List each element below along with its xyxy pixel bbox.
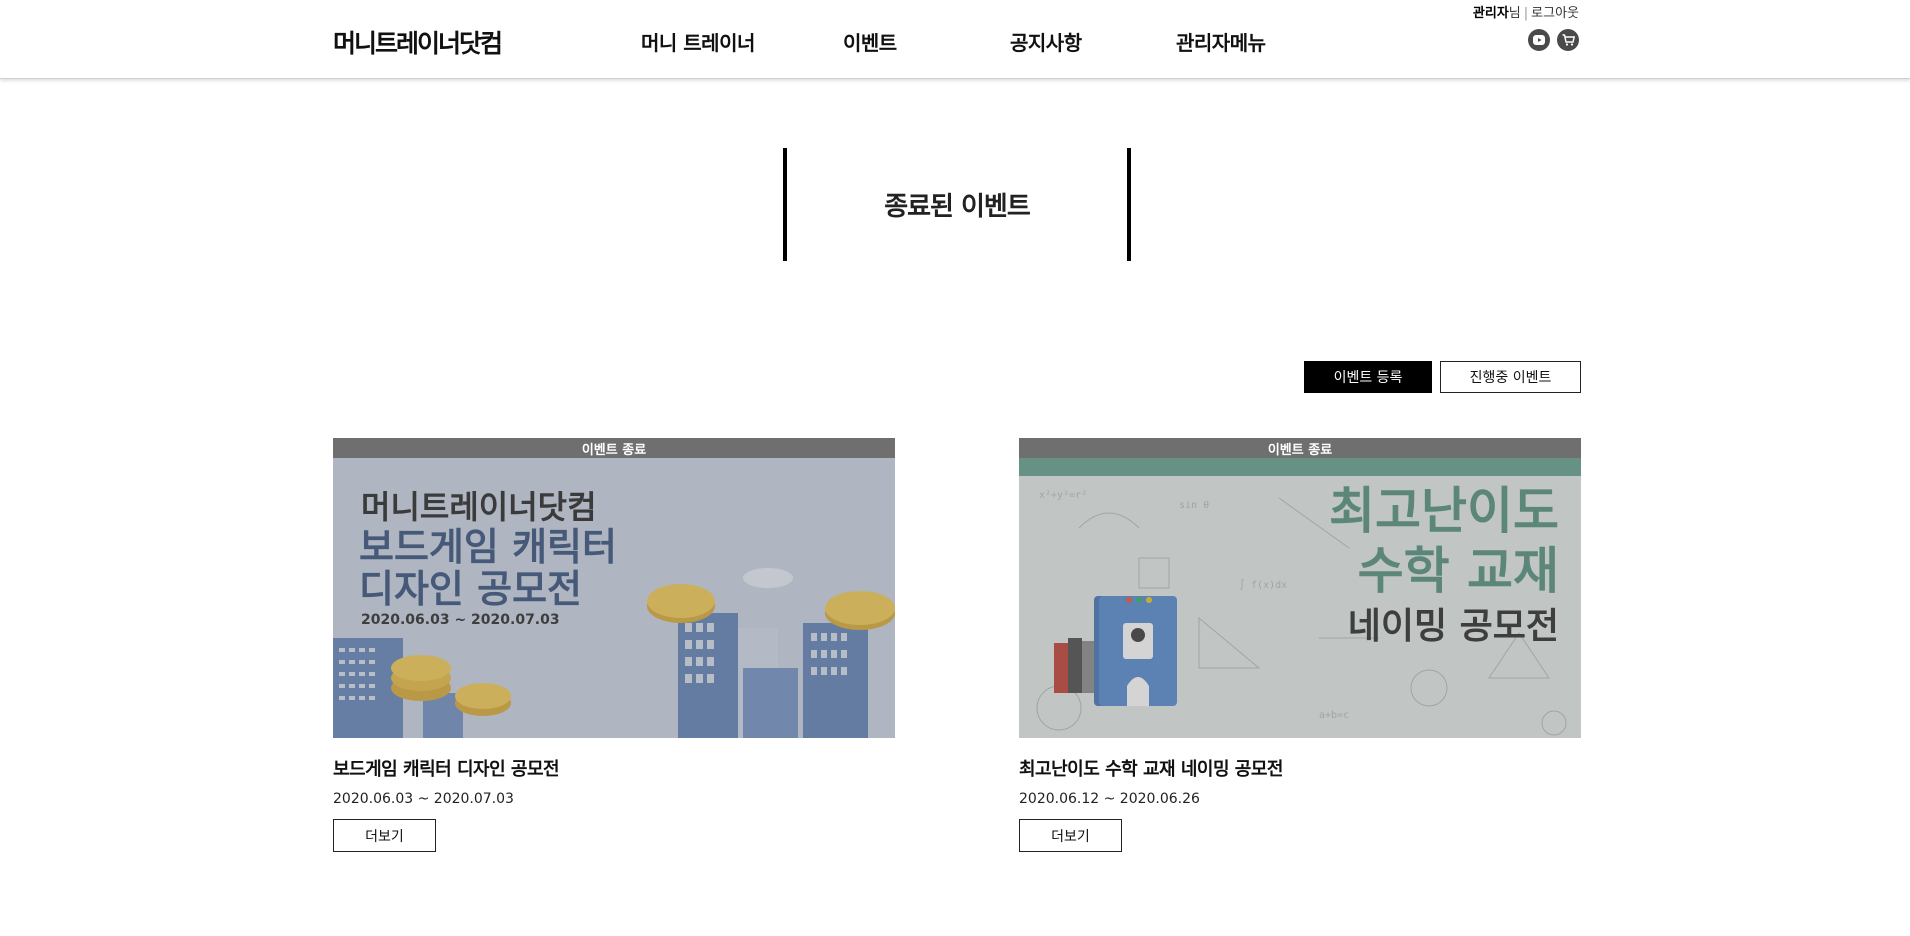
event-card-image[interactable]: 이벤트 종료 x²+y²=r² ∫ f(x)dx a+b=c sin θ 최고난… — [1019, 438, 1581, 738]
register-event-button[interactable]: 이벤트 등록 — [1304, 361, 1432, 393]
site-logo[interactable]: 머니트레이너닷컴 — [333, 24, 503, 60]
event-card: 이벤트 종료 x²+y²=r² ∫ f(x)dx a+b=c sin θ 최고난… — [1019, 438, 1581, 852]
cart-icon[interactable] — [1557, 29, 1579, 51]
event-title[interactable]: 보드게임 캐릭터 디자인 공모전 — [333, 755, 895, 781]
ended-overlay — [333, 438, 895, 738]
nav-item-money-trainer[interactable]: 머니 트레이너 — [641, 27, 755, 56]
more-button[interactable]: 더보기 — [1019, 819, 1122, 852]
youtube-icon[interactable] — [1528, 29, 1550, 51]
event-ended-badge: 이벤트 종료 — [1019, 438, 1581, 458]
nav-item-admin-menu[interactable]: 관리자메뉴 — [1176, 27, 1266, 56]
event-card-image[interactable]: 이벤트 종료 머니트레이너닷컴 보드게임 캐릭터 디자인 공모전 2020.06… — [333, 438, 895, 738]
ended-overlay — [1019, 438, 1581, 738]
more-button[interactable]: 더보기 — [333, 819, 436, 852]
event-date: 2020.06.12 ~ 2020.06.26 — [1019, 791, 1200, 807]
user-name: 관리자 — [1472, 6, 1509, 21]
page-title: 종료된 이벤트 — [884, 192, 1031, 222]
user-info: 관리자님 | 로그아웃 — [1473, 2, 1579, 21]
event-title[interactable]: 최고난이도 수학 교재 네이밍 공모전 — [1019, 755, 1581, 781]
event-ended-badge: 이벤트 종료 — [333, 438, 895, 458]
user-suffix: 님 — [1508, 6, 1521, 21]
site-header: 머니트레이너닷컴 머니 트레이너 이벤트 공지사항 관리자메뉴 관리자님 | 로그아… — [0, 0, 1910, 79]
ongoing-events-button[interactable]: 진행중 이벤트 — [1440, 361, 1581, 393]
user-separator: | — [1523, 6, 1529, 21]
nav-item-notice[interactable]: 공지사항 — [1010, 27, 1082, 56]
nav-item-event[interactable]: 이벤트 — [843, 27, 897, 56]
page-title-box: 종료된 이벤트 — [783, 148, 1131, 261]
event-date: 2020.06.03 ~ 2020.07.03 — [333, 791, 514, 807]
event-card: 이벤트 종료 머니트레이너닷컴 보드게임 캐릭터 디자인 공모전 2020.06… — [333, 438, 895, 852]
logout-link[interactable]: 로그아웃 — [1531, 6, 1579, 21]
